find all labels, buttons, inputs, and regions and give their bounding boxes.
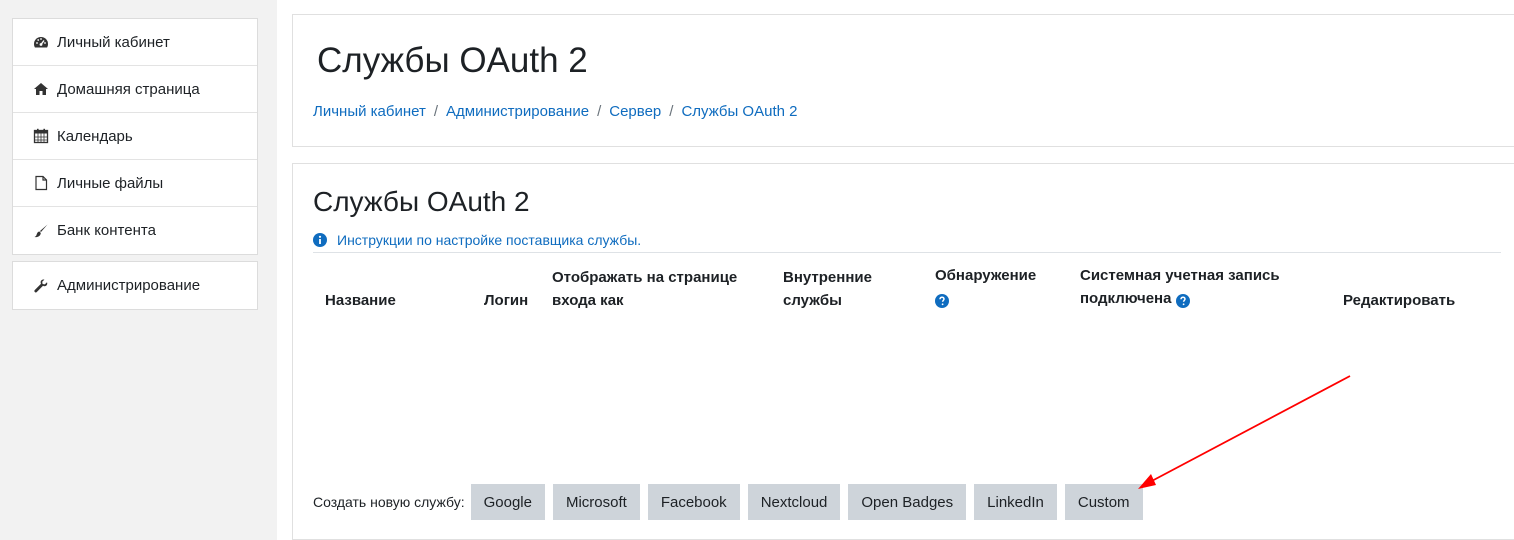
breadcrumb-separator: /	[433, 103, 439, 120]
sidebar-item-label: Домашняя страница	[57, 80, 200, 98]
page-title: Службы OAuth 2	[317, 41, 588, 80]
create-custom-button[interactable]: Custom	[1064, 484, 1143, 520]
create-nextcloud-button[interactable]: Nextcloud	[747, 484, 841, 520]
instructions-row: Инструкции по настройке поставщика служб…	[313, 232, 641, 248]
column-header-internal-services: Внутренние службы	[783, 269, 872, 309]
sidebar-item-home[interactable]: Домашняя страница	[13, 66, 257, 113]
sidebar-item-label: Календарь	[57, 127, 133, 145]
sidebar-item-administration[interactable]: Администрирование	[13, 262, 257, 309]
column-header-edit: Редактировать	[1343, 292, 1456, 309]
sidebar-item-content-bank[interactable]: Банк контента	[13, 207, 257, 254]
help-icon[interactable]	[935, 292, 949, 309]
create-linkedin-button[interactable]: LinkedIn	[974, 484, 1057, 520]
sidebar-item-label: Личные файлы	[57, 174, 164, 192]
column-header-discovery: Обнаружение	[935, 264, 1036, 310]
table-top-border	[313, 252, 1501, 253]
sidebar-item-private-files[interactable]: Личные файлы	[13, 160, 257, 207]
home-icon	[33, 81, 49, 97]
instructions-link[interactable]: Инструкции по настройке поставщика служб…	[337, 232, 641, 248]
sidebar-item-label: Администрирование	[57, 277, 201, 294]
create-service-label: Создать новую службу:	[313, 494, 465, 510]
column-header-login: Логин	[484, 292, 529, 309]
sidebar-item-label: Личный кабинет	[57, 33, 170, 51]
info-icon	[313, 233, 327, 247]
sidebar-admin-block: Администрирование	[12, 261, 258, 310]
help-icon[interactable]	[1175, 292, 1190, 309]
breadcrumb-separator: /	[669, 103, 674, 120]
breadcrumb-dashboard[interactable]: Личный кабинет	[313, 103, 426, 120]
main-content: Службы OAuth 2 Инструкции по настройке п…	[292, 163, 1514, 540]
dashboard-icon	[33, 34, 49, 50]
create-facebook-button[interactable]: Facebook	[647, 484, 740, 520]
create-service-row: Создать новую службу: Google Microsoft F…	[313, 484, 1151, 520]
file-icon	[33, 175, 49, 191]
column-header-system-account: Системная учетная запись подключена	[1080, 267, 1280, 309]
sidebar-item-dashboard[interactable]: Личный кабинет	[13, 19, 257, 66]
calendar-icon	[33, 128, 49, 144]
wrench-icon	[33, 278, 49, 294]
breadcrumb-separator: /	[597, 103, 602, 120]
brush-icon	[33, 223, 49, 239]
create-open-badges-button[interactable]: Open Badges	[848, 484, 967, 520]
section-title: Службы OAuth 2	[313, 186, 530, 217]
sidebar-item-label: Банк контента	[57, 222, 156, 239]
breadcrumb-administration[interactable]: Администрирование	[446, 103, 589, 120]
breadcrumb: Личный кабинет / Администрирование / Сер…	[313, 103, 797, 120]
create-google-button[interactable]: Google	[470, 484, 545, 520]
column-header-name: Название	[325, 292, 396, 309]
breadcrumb-oauth2[interactable]: Службы OAuth 2	[681, 103, 797, 120]
breadcrumb-server[interactable]: Сервер	[609, 103, 661, 120]
create-microsoft-button[interactable]: Microsoft	[552, 484, 640, 520]
sidebar-nav: Личный кабинет Домашняя страница Календа…	[12, 18, 258, 255]
column-header-show-on-login: Отображать на странице входа как	[552, 269, 738, 309]
sidebar-item-calendar[interactable]: Календарь	[13, 113, 257, 160]
page-header: Службы OAuth 2 Личный кабинет / Админист…	[292, 14, 1514, 147]
